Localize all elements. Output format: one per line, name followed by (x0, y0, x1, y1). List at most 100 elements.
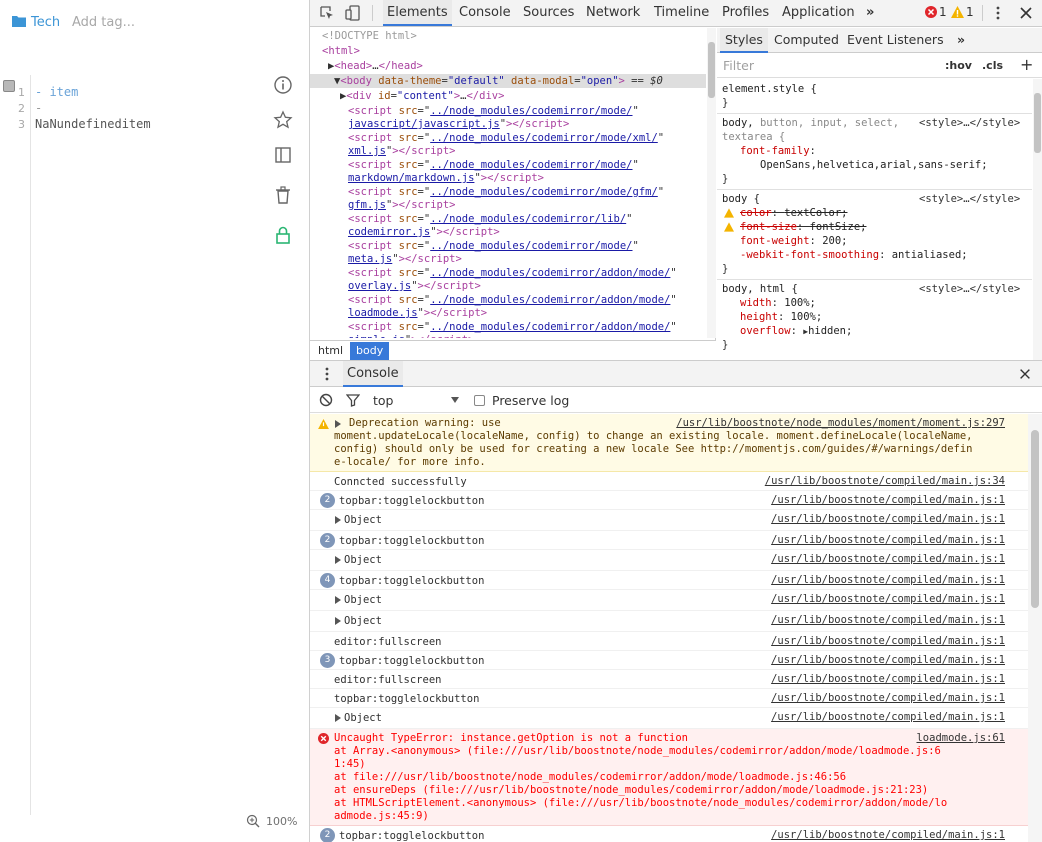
console-message[interactable]: Conncted successfully/usr/lib/boostnote/… (310, 472, 1028, 491)
expand-triangle-icon[interactable] (335, 714, 341, 722)
dom-scrollbar[interactable] (707, 28, 716, 338)
close-icon[interactable] (1018, 5, 1034, 21)
css-property[interactable]: font-family: (740, 144, 816, 158)
css-property[interactable]: -webkit-font-smoothing: antialiased; (740, 248, 968, 262)
css-property[interactable]: overflow: ▶hidden; (740, 324, 852, 339)
rule-selector[interactable]: textarea { (722, 130, 785, 144)
rule-selector[interactable]: body, button, input, select, (722, 116, 899, 130)
source-link[interactable]: /usr/lib/boostnote/compiled/main.js:1 (771, 635, 1005, 647)
styles-filter[interactable]: Filter :hov .cls + (717, 54, 1042, 78)
style-rules[interactable]: element.style {} body, button, input, sel… (717, 79, 1032, 360)
console-message[interactable]: editor:fullscreen/usr/lib/boostnote/comp… (310, 632, 1028, 651)
sidebar-icon[interactable] (273, 145, 293, 165)
console-message[interactable]: 2 topbar:togglelockbutton/usr/lib/boostno… (310, 531, 1028, 550)
console-message[interactable]: 2 topbar:togglelockbutton/usr/lib/boostno… (310, 491, 1028, 510)
add-tag-input[interactable]: Add tag... (72, 15, 135, 30)
rule-selector[interactable]: body, html { (722, 282, 798, 296)
css-property[interactable]: font-size: fontSize; (740, 220, 866, 234)
editor-line[interactable]: NaNundefineditem (35, 117, 151, 131)
source-link[interactable]: /usr/lib/boostnote/compiled/main.js:1 (771, 534, 1005, 546)
console-message[interactable]: 3 topbar:togglelockbutton/usr/lib/boostno… (310, 651, 1028, 670)
source-link[interactable]: /usr/lib/boostnote/node_modules/moment/m… (676, 417, 1005, 429)
dom-node[interactable]: markdown/markdown.js"></script> (348, 172, 544, 186)
dom-node[interactable]: <script src="../node_modules/codemirror/… (348, 213, 633, 227)
css-property[interactable]: width: 100%; (740, 296, 816, 310)
rule-selector[interactable]: body { (722, 192, 760, 206)
css-property[interactable]: color: textColor; (740, 206, 847, 220)
device-toggle-icon[interactable] (345, 5, 361, 21)
source-link[interactable]: /usr/lib/boostnote/compiled/main.js:1 (771, 593, 1005, 605)
context-select[interactable]: top (373, 393, 393, 408)
expand-triangle-icon[interactable] (335, 516, 341, 524)
folder-tag[interactable]: Tech (31, 15, 60, 30)
hov-toggle[interactable]: :hov (945, 59, 972, 72)
editor-line[interactable]: - (35, 101, 42, 115)
chevron-down-icon[interactable] (451, 397, 459, 403)
drawer-tab-console[interactable]: Console (343, 361, 403, 387)
dom-node[interactable]: javascript/javascript.js"></script> (348, 118, 569, 132)
tab-application[interactable]: Application (778, 0, 859, 26)
new-rule-icon[interactable]: + (1020, 55, 1033, 74)
source-link[interactable]: /usr/lib/boostnote/compiled/main.js:1 (771, 553, 1005, 565)
css-property-value[interactable]: OpenSans,helvetica,arial,sans-serif; (760, 158, 988, 172)
rule-source-link[interactable]: <style>…</style> (919, 282, 1020, 296)
source-link[interactable]: /usr/lib/boostnote/compiled/main.js:1 (771, 513, 1005, 525)
filter-icon[interactable] (346, 393, 360, 407)
dom-node[interactable]: <script src="../node_modules/codemirror/… (348, 240, 639, 254)
expand-triangle-icon[interactable] (335, 556, 341, 564)
source-link[interactable]: /usr/lib/boostnote/compiled/main.js:1 (771, 614, 1005, 626)
checkbox-icon[interactable] (3, 80, 15, 92)
console-message[interactable]: Object/usr/lib/boostnote/compiled/main.j… (310, 590, 1028, 611)
drawer-menu-icon[interactable] (319, 366, 335, 382)
css-property[interactable]: font-weight: 200; (740, 234, 848, 248)
tab-profiles[interactable]: Profiles (718, 0, 773, 26)
dom-node[interactable]: <script src="../node_modules/codemirror/… (348, 159, 639, 173)
more-tabs-icon[interactable]: » (862, 0, 878, 26)
filter-input[interactable]: Filter (723, 58, 754, 73)
dom-node[interactable]: <script src="../node_modules/codemirror/… (348, 105, 639, 119)
crumb-body[interactable]: body (350, 342, 390, 360)
clear-console-icon[interactable] (319, 393, 333, 407)
preserve-log-checkbox[interactable] (474, 395, 485, 406)
star-icon[interactable] (273, 110, 293, 130)
source-link[interactable]: /usr/lib/boostnote/compiled/main.js:1 (771, 654, 1005, 666)
close-drawer-icon[interactable] (1018, 367, 1032, 381)
dom-node[interactable]: ▶<head>…</head> (328, 60, 423, 74)
cls-toggle[interactable]: .cls (982, 59, 1003, 72)
more-tabs-icon[interactable]: » (952, 28, 970, 53)
dom-node[interactable]: <html> (322, 45, 360, 59)
rule-source-link[interactable]: <style>…</style> (919, 116, 1020, 130)
tab-network[interactable]: Network (582, 0, 644, 26)
console-message[interactable]: Object/usr/lib/boostnote/compiled/main.j… (310, 708, 1028, 729)
console-message[interactable]: 4 topbar:togglelockbutton/usr/lib/boostno… (310, 571, 1028, 590)
source-link[interactable]: loadmode.js:61 (916, 732, 1005, 744)
inspect-icon[interactable] (319, 5, 335, 21)
dom-node[interactable]: <script src="../node_modules/codemirror/… (348, 186, 664, 200)
console-scrollbar[interactable] (1028, 414, 1042, 842)
expand-triangle-icon[interactable] (335, 596, 341, 604)
dom-node[interactable]: xml.js"></script> (348, 145, 455, 159)
console-message[interactable]: 2 topbar:togglelockbutton/usr/lib/boostno… (310, 826, 1028, 842)
source-link[interactable]: /usr/lib/boostnote/compiled/main.js:1 (771, 673, 1005, 685)
tab-event-listeners[interactable]: Event Listeners (842, 28, 949, 53)
tab-computed[interactable]: Computed (769, 28, 844, 53)
expand-triangle-icon[interactable] (335, 617, 341, 625)
tab-elements[interactable]: Elements (383, 0, 452, 26)
console-message[interactable]: Object/usr/lib/boostnote/compiled/main.j… (310, 510, 1028, 531)
console-message[interactable]: Object/usr/lib/boostnote/compiled/main.j… (310, 550, 1028, 571)
console-message[interactable]: Deprecation warning: use moment.updateLoc… (310, 414, 1028, 472)
warning-count[interactable]: 1 (966, 5, 974, 19)
dom-node[interactable]: <script src="../node_modules/codemirror/… (348, 132, 664, 146)
rule-selector[interactable]: element.style { (722, 82, 817, 96)
tab-console[interactable]: Console (455, 0, 515, 26)
tab-timeline[interactable]: Timeline (650, 0, 713, 26)
dom-node[interactable]: codemirror.js"></script> (348, 226, 500, 240)
dom-node[interactable]: gfm.js"></script> (348, 199, 455, 213)
crumb-html[interactable]: html (312, 342, 349, 360)
dom-node[interactable]: simple.js"></script> (348, 334, 474, 338)
css-property[interactable]: height: 100%; (740, 310, 822, 324)
console-message[interactable]: Object/usr/lib/boostnote/compiled/main.j… (310, 611, 1028, 632)
error-count[interactable]: 1 (939, 5, 947, 19)
dom-node[interactable]: <script src="../node_modules/codemirror/… (348, 321, 677, 335)
source-link[interactable]: /usr/lib/boostnote/compiled/main.js:1 (771, 692, 1005, 704)
